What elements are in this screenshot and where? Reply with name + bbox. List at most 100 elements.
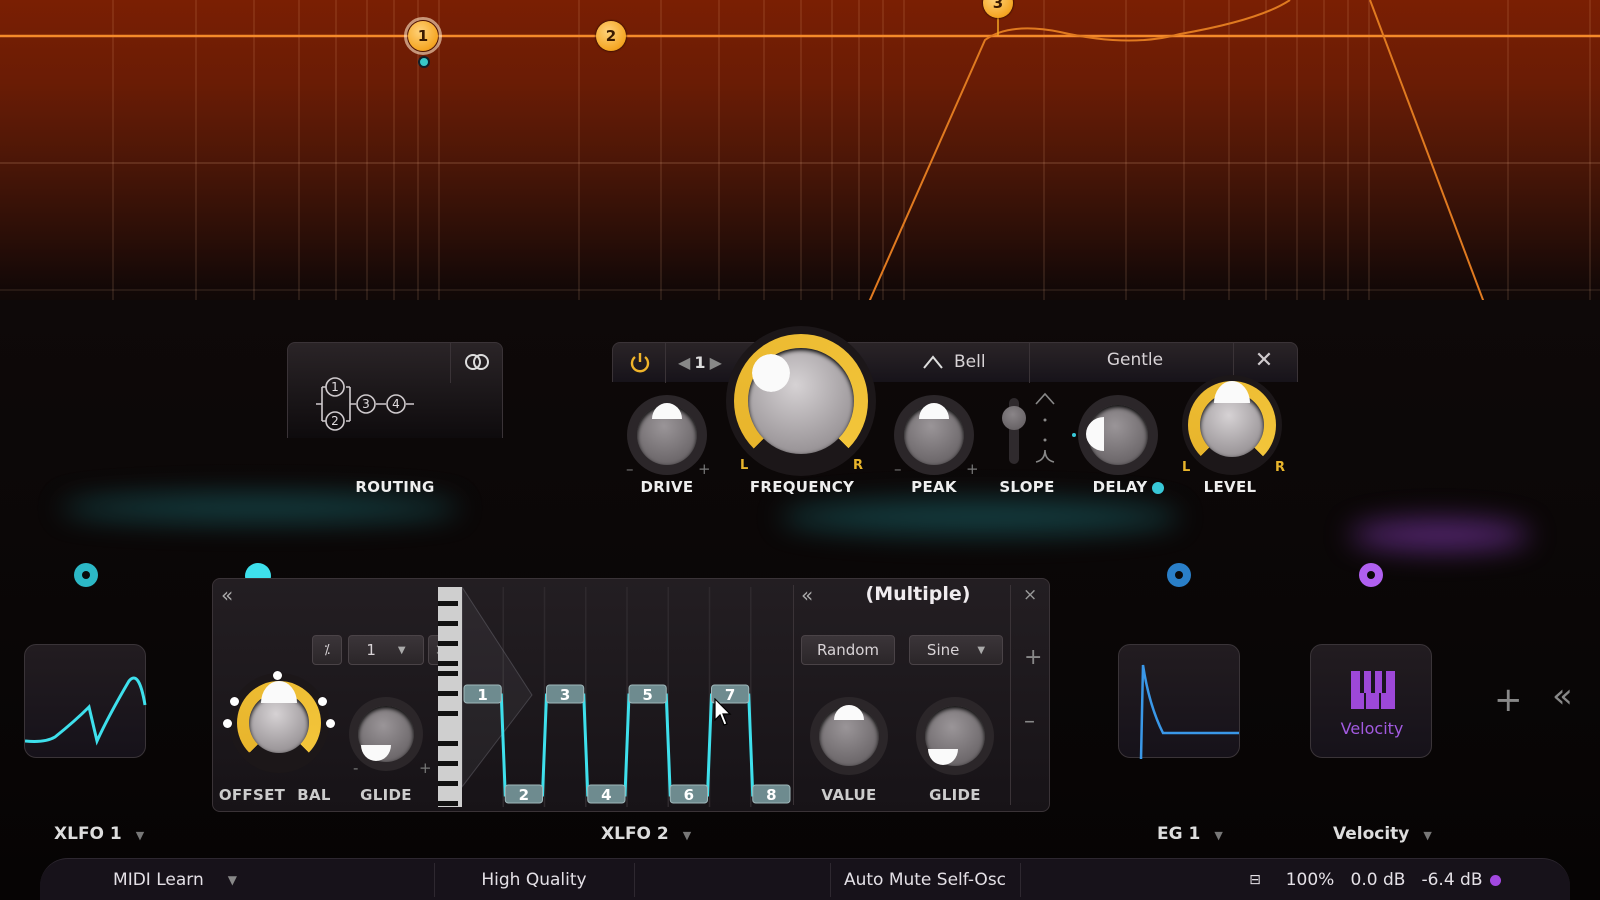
offset-label: OFFSET xyxy=(218,786,286,804)
slope-mode-selector[interactable]: Gentle xyxy=(1050,350,1220,374)
step-handle-2[interactable]: 2 xyxy=(504,784,543,804)
eg1-envelope xyxy=(1139,664,1239,760)
status-bar: MIDI Learn ▼ High Quality Auto Mute Self… xyxy=(40,858,1570,900)
velocity-tile[interactable]: Velocity xyxy=(1310,644,1432,758)
step-count-dropdown[interactable]: 1 ▼ xyxy=(348,635,424,665)
output-meter-dot xyxy=(1490,875,1501,886)
frequency-knob[interactable] xyxy=(726,326,876,476)
band-node-1[interactable]: 1 xyxy=(404,17,442,55)
step-handle-5[interactable]: 5 xyxy=(628,684,667,704)
chevron-down-icon: ▼ xyxy=(1214,829,1223,842)
velocity-selector[interactable]: Velocity ▼ xyxy=(1333,824,1432,844)
collapse-editor-button[interactable]: « xyxy=(221,583,233,607)
step-handle-8[interactable]: 8 xyxy=(752,784,791,804)
black-key[interactable] xyxy=(438,741,458,746)
black-key[interactable] xyxy=(438,621,458,626)
xlfo1-tile[interactable] xyxy=(24,644,147,758)
filter-grid xyxy=(0,0,1600,330)
black-key[interactable] xyxy=(438,601,458,606)
step-handle-3[interactable]: 3 xyxy=(546,684,585,704)
black-key[interactable] xyxy=(438,671,458,676)
step-handle-1[interactable]: 1 xyxy=(463,684,502,704)
auto-mute-toggle[interactable]: Auto Mute Self-Osc xyxy=(830,859,1020,900)
step-count-value: 1 xyxy=(366,641,376,659)
filter-shape-selector[interactable]: Bell xyxy=(922,350,1042,374)
offset-knob[interactable] xyxy=(229,673,329,773)
output-level-readout[interactable]: -6.4 dB xyxy=(1420,859,1484,900)
drive-label: DRIVE xyxy=(640,478,694,496)
routing-diagram[interactable]: 1 2 3 4 xyxy=(314,377,434,435)
band-node-2[interactable]: 2 xyxy=(596,21,626,51)
add-step-button[interactable]: + xyxy=(1024,645,1042,670)
close-icon: ✕ xyxy=(1254,348,1274,373)
slope-slider-handle[interactable] xyxy=(1002,406,1026,430)
bal-handle[interactable] xyxy=(326,719,335,728)
value-knob[interactable] xyxy=(810,697,888,775)
high-quality-toggle[interactable]: High Quality xyxy=(434,859,634,900)
bal-handle[interactable] xyxy=(318,697,327,706)
bal-handle[interactable] xyxy=(273,671,282,680)
filter-curve-lowpass xyxy=(1369,0,1496,330)
delay-knob[interactable] xyxy=(1078,395,1158,475)
value-label: VALUE xyxy=(821,786,877,804)
bal-handle[interactable] xyxy=(230,697,239,706)
gain-readout[interactable]: 0.0 dB xyxy=(1346,859,1410,900)
drive-knob[interactable] xyxy=(627,395,707,475)
step-handle-4[interactable]: 4 xyxy=(587,784,626,804)
random-button[interactable]: Random xyxy=(801,635,895,665)
chevron-down-icon: ▼ xyxy=(682,829,692,842)
eg1-selector[interactable]: EG 1 ▼ xyxy=(1157,824,1223,844)
add-modulator-button[interactable]: + xyxy=(1494,680,1523,720)
level-knob[interactable] xyxy=(1182,375,1282,475)
close-editor-button[interactable]: × xyxy=(1023,585,1037,605)
prev-band-arrow[interactable]: ◀ xyxy=(678,353,690,372)
mouse-cursor-icon xyxy=(714,698,732,726)
black-key[interactable] xyxy=(438,641,458,646)
collapse-modulators-button[interactable]: « xyxy=(1552,676,1573,716)
close-band-button[interactable]: ✕ xyxy=(1252,348,1276,374)
eg1-tile[interactable] xyxy=(1118,644,1240,760)
step-sequencer[interactable]: 12345678 xyxy=(462,587,792,807)
pitch-keyboard[interactable] xyxy=(438,587,462,807)
step-shape-value: Sine xyxy=(926,641,960,659)
filter-display[interactable]: 1 2 3 xyxy=(0,0,1600,330)
black-key[interactable] xyxy=(438,711,458,716)
eg1-mod-source[interactable] xyxy=(1167,563,1191,587)
black-key[interactable] xyxy=(438,781,458,786)
modulation-indicator-dot[interactable] xyxy=(418,56,430,68)
routing-panel: 1 2 3 4 xyxy=(287,342,503,438)
step-number: 6 xyxy=(684,786,694,804)
bell-shape-icon xyxy=(923,355,943,369)
black-key[interactable] xyxy=(438,801,458,806)
black-key[interactable] xyxy=(438,691,458,696)
frequency-left-mark: L xyxy=(740,458,749,473)
delay-mod-indicator[interactable] xyxy=(1152,482,1164,494)
routing-diagram-icon: 1 2 3 4 xyxy=(316,377,414,431)
xlfo1-mod-source[interactable] xyxy=(74,563,98,587)
step-glide-knob[interactable] xyxy=(916,697,994,775)
routing-label: ROUTING xyxy=(355,478,435,496)
black-key[interactable] xyxy=(438,761,458,766)
black-key[interactable] xyxy=(438,661,458,666)
step-handle-6[interactable]: 6 xyxy=(669,784,708,804)
step-shape-dropdown[interactable]: Sine ▼ xyxy=(909,635,1003,665)
knob-pointer xyxy=(752,354,790,392)
collapse-side-button[interactable]: « xyxy=(801,583,813,607)
band-power-button[interactable] xyxy=(628,350,652,374)
xlfo1-selector[interactable]: XLFO 1 ▼ xyxy=(54,824,144,844)
slope-label: SLOPE xyxy=(999,478,1055,496)
peak-knob[interactable] xyxy=(894,395,974,475)
routing-band-2: 2 xyxy=(331,414,339,428)
filter-shape-label: Bell xyxy=(954,352,986,372)
xlfo2-selector[interactable]: XLFO 2 ▼ xyxy=(601,824,691,844)
randomize-button[interactable]: ⁒ xyxy=(312,635,342,665)
glide-knob[interactable] xyxy=(349,697,423,771)
midi-learn-button[interactable]: MIDI Learn ▼ xyxy=(80,859,270,900)
output-options-button[interactable]: ⊟ xyxy=(1235,859,1275,900)
bal-handle[interactable] xyxy=(223,719,232,728)
stereo-link-icon[interactable] xyxy=(462,351,492,373)
remove-step-button[interactable]: – xyxy=(1024,709,1035,734)
next-band-arrow[interactable]: ▶ xyxy=(710,353,722,372)
velocity-mod-source[interactable] xyxy=(1359,563,1383,587)
zoom-readout[interactable]: 100% xyxy=(1280,859,1340,900)
